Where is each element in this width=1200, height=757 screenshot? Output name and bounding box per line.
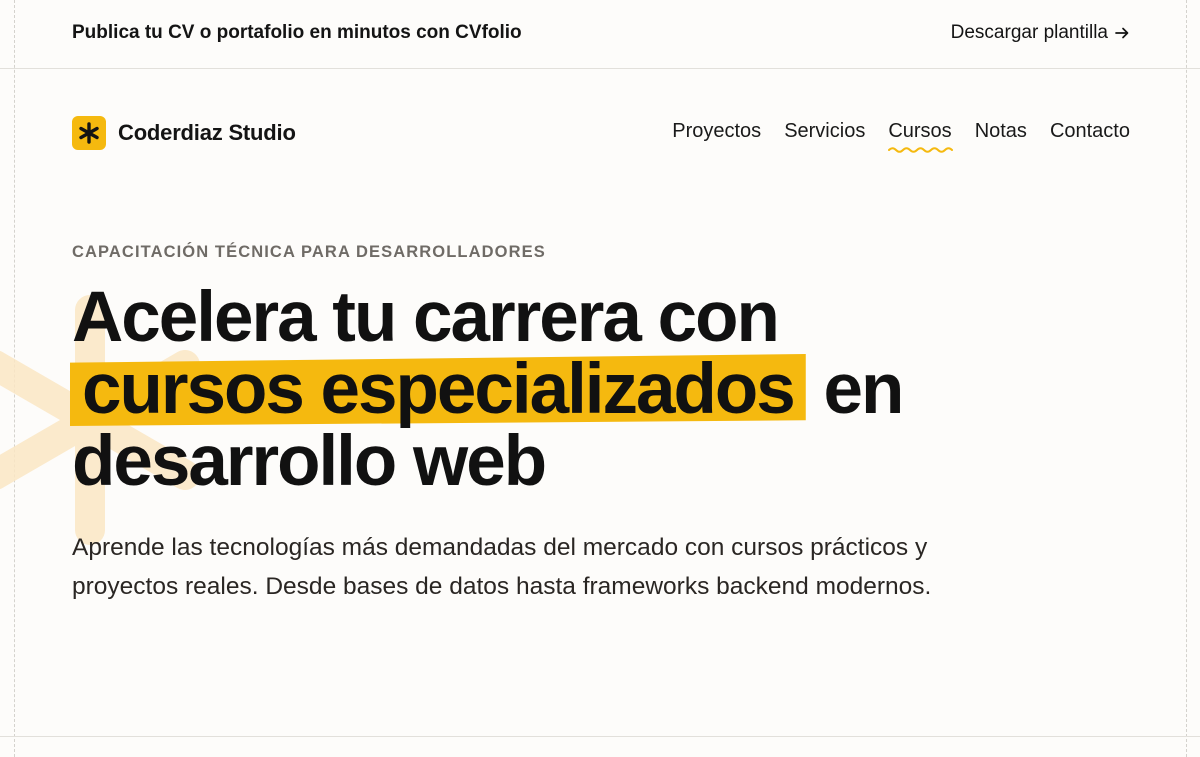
page: Publica tu CV o portafolio en minutos co… <box>0 0 1200 757</box>
section-divider <box>0 736 1200 737</box>
brand-logo-link[interactable]: Coderdiaz Studio <box>72 116 296 150</box>
download-template-label: Descargar plantilla <box>950 22 1108 43</box>
promo-divider <box>0 68 1200 69</box>
hero-description: Aprende las tecnologías más demandadas d… <box>72 534 932 600</box>
nav-item-proyectos[interactable]: Proyectos <box>672 120 761 143</box>
nav-item-cursos-label: Cursos <box>888 120 952 142</box>
nav-item-servicios[interactable]: Servicios <box>784 120 865 143</box>
headline-after-highlight: en <box>823 350 905 429</box>
main-nav: Proyectos Servicios Cursos Notas Contact… <box>672 120 1130 153</box>
hero-eyebrow: CAPACITACIÓN TÉCNICA PARA DESARROLLADORE… <box>72 243 546 261</box>
nav-item-cursos-active[interactable]: Cursos <box>888 120 954 153</box>
brand-name: Coderdiaz Studio <box>118 120 296 145</box>
active-underline-squiggle <box>888 147 954 153</box>
headline-highlight-text: cursos especializados <box>82 350 796 429</box>
guide-line-right <box>1186 0 1187 757</box>
headline-line-1: Acelera tu carrera con <box>72 278 780 357</box>
download-template-link[interactable]: Descargar plantilla <box>951 22 1130 44</box>
hero-headline: Acelera tu carrera con cursos especializ… <box>70 278 1072 501</box>
nav-item-contacto[interactable]: Contacto <box>1050 120 1130 143</box>
asterisk-icon <box>72 116 106 150</box>
promo-bar: Publica tu CV o portafolio en minutos co… <box>0 0 1200 68</box>
arrow-right-icon <box>1114 25 1130 41</box>
headline-highlight: cursos especializados <box>70 354 806 426</box>
promo-text: Publica tu CV o portafolio en minutos co… <box>72 22 522 43</box>
headline-line-2: cursos especializados en <box>70 354 1072 426</box>
nav-item-notas[interactable]: Notas <box>975 120 1027 143</box>
headline-line-3: desarrollo web <box>72 422 547 501</box>
